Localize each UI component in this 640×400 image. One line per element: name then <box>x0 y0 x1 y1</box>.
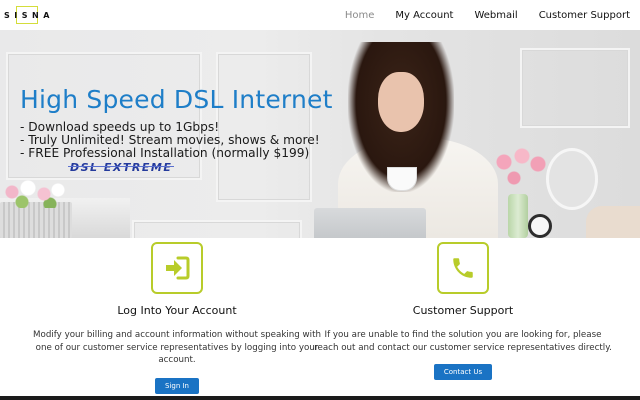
laptop <box>314 208 426 238</box>
logo-text: SISNA <box>4 10 54 20</box>
nav-webmail[interactable]: Webmail <box>474 10 517 21</box>
alarm-clock <box>528 214 552 238</box>
mirror <box>546 148 598 210</box>
woman-face <box>378 72 424 132</box>
account-login-heading: Log Into Your Account <box>117 304 237 317</box>
account-login-description: Modify your billing and account informat… <box>33 330 321 366</box>
hero-banner: High Speed DSL Internet - Download speed… <box>0 30 640 238</box>
site-header: SISNA Home My Account Webmail Customer S… <box>0 0 640 30</box>
wall-panel <box>520 48 630 128</box>
phone-icon <box>437 242 489 294</box>
nav-customer-support[interactable]: Customer Support <box>539 10 630 21</box>
customer-support-description: If you are unable to find the solution y… <box>314 330 612 353</box>
vase <box>508 194 528 238</box>
hero-title: High Speed DSL Internet <box>20 85 333 114</box>
brand-logo[interactable]: SISNA <box>4 6 54 24</box>
dsl-extreme-logo: DSL EXTREME <box>68 157 175 177</box>
wall-panel <box>132 220 302 238</box>
nav-home[interactable]: Home <box>345 10 375 21</box>
coffee-cup <box>388 168 416 190</box>
tulips <box>492 148 552 198</box>
contact-us-button[interactable]: Contact Us <box>433 364 493 381</box>
pillow <box>586 206 640 238</box>
sign-in-icon <box>151 242 203 294</box>
hero-bullets: - Download speeds up to 1Gbps! - Truly U… <box>20 120 320 161</box>
dsl-extreme-logo-text: DSL EXTREME <box>70 160 173 174</box>
sign-in-button[interactable]: Sign In <box>155 377 199 394</box>
customer-support-section: Customer Support If you are unable to fi… <box>313 242 613 381</box>
flowers-left <box>2 178 70 208</box>
main-nav: Home My Account Webmail Customer Support <box>324 0 630 30</box>
account-login-section: Log Into Your Account Modify your billin… <box>27 242 327 394</box>
footer-bar <box>0 396 640 400</box>
nav-my-account[interactable]: My Account <box>395 10 453 21</box>
logo-swoosh <box>68 166 175 167</box>
customer-support-heading: Customer Support <box>412 304 514 317</box>
